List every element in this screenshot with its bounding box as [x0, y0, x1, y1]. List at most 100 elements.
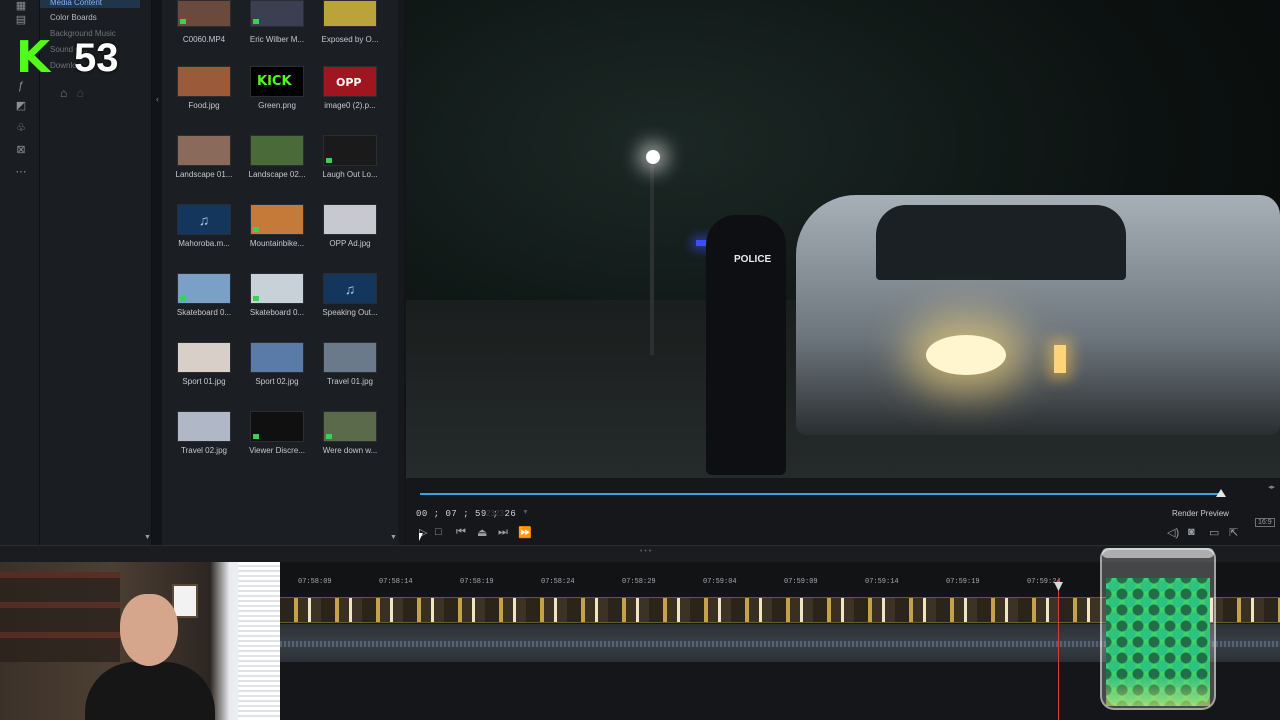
scroll-down-icon[interactable]: ▼ — [390, 534, 397, 541]
pip-room-icon[interactable]: ◩ — [14, 100, 28, 112]
ruler-tick-label: 07:58:19 — [460, 578, 494, 586]
preview-progress-knob[interactable] — [1216, 489, 1226, 497]
media-thumbnail[interactable] — [323, 342, 377, 373]
media-thumbnail[interactable] — [177, 135, 231, 166]
media-tile[interactable]: OPP Ad.jpg — [318, 204, 382, 248]
timecode-secondary: 2323 — [486, 509, 504, 518]
media-thumbnail[interactable] — [250, 204, 304, 235]
media-thumbnail[interactable] — [250, 273, 304, 304]
tree-item-color-boards[interactable]: Color Boards — [50, 13, 97, 22]
music-note-icon: ♫ — [344, 280, 356, 297]
media-label: Landscape 01... — [175, 170, 233, 179]
media-scrollbar[interactable] — [398, 0, 404, 545]
particle-room-icon[interactable]: ♧ — [14, 122, 28, 134]
media-tile[interactable]: Food.jpg — [172, 66, 236, 110]
snapshot-icon[interactable]: ◙ — [1188, 526, 1195, 538]
collapse-tree-icon[interactable]: ‹ — [156, 94, 159, 104]
media-tile[interactable]: Viewer Discre... — [245, 411, 309, 455]
media-thumbnail[interactable] — [250, 135, 304, 166]
undock-icon[interactable]: ⇱ — [1229, 526, 1238, 539]
preview-progress-bar[interactable] — [420, 493, 1221, 495]
media-label: Landscape 02... — [248, 170, 306, 179]
tree-scroll-down-icon[interactable]: ▼ — [144, 534, 151, 541]
video-badge-icon — [180, 296, 186, 301]
media-thumbnail[interactable] — [177, 273, 231, 304]
media-tile[interactable]: Travel 01.jpg — [318, 342, 382, 386]
media-tile[interactable]: KICK Green.png — [245, 66, 309, 110]
tree-item-media-content[interactable]: Media Content — [40, 0, 140, 8]
aspect-ratio-badge[interactable]: 16:9 — [1255, 518, 1275, 527]
media-tile[interactable]: Landscape 02... — [245, 135, 309, 179]
media-tile[interactable]: Mountainbike... — [245, 204, 309, 248]
timeline-playhead[interactable] — [1058, 580, 1059, 720]
previous-frame-icon[interactable]: ⏮ — [456, 526, 466, 539]
media-thumbnail[interactable]: ♫ — [177, 204, 231, 235]
media-thumbnail[interactable] — [250, 411, 304, 442]
transition-room-icon[interactable]: ⊠ — [14, 144, 28, 156]
media-thumbnail[interactable]: OPP — [323, 66, 377, 97]
panel-resize-handle[interactable]: • • • — [640, 548, 651, 555]
timecode-dropdown-icon[interactable]: ▼ — [522, 509, 529, 516]
media-tile[interactable]: C0060.MP4 — [172, 0, 236, 44]
stop-icon[interactable]: □ — [435, 526, 442, 538]
media-tile[interactable]: Sport 02.jpg — [245, 342, 309, 386]
jar-fill — [1106, 578, 1210, 706]
add-folder-icon[interactable]: ⌂ — [60, 86, 67, 100]
ruler-tick-label: 07:58:14 — [379, 578, 413, 586]
ruler-tick-label: 07:58:09 — [298, 578, 332, 586]
next-frame-icon[interactable]: ⏭ — [498, 526, 508, 539]
media-label: Mahoroba.m... — [178, 239, 230, 248]
media-label: Mountainbike... — [249, 239, 305, 248]
title-room-icon[interactable]: ▤ — [14, 14, 28, 26]
preview-windshield — [876, 205, 1126, 280]
video-badge-icon — [253, 19, 259, 24]
media-thumbnail[interactable] — [323, 204, 377, 235]
media-tile[interactable]: OPP image0 (2).p... — [318, 66, 382, 110]
media-thumbnail[interactable] — [177, 0, 231, 27]
media-thumbnail[interactable] — [177, 411, 231, 442]
split-icon[interactable]: ⏏ — [477, 526, 487, 539]
media-tile[interactable]: Landscape 01... — [172, 135, 236, 179]
media-label: Travel 02.jpg — [181, 446, 227, 455]
media-tile[interactable]: Eric Wilber M... — [245, 0, 309, 44]
kick-logo-icon: K — [16, 32, 51, 83]
fast-forward-icon[interactable]: ⏩ — [518, 526, 532, 539]
media-tile[interactable]: ♫ Mahoroba.m... — [172, 204, 236, 248]
render-preview-button[interactable]: Render Preview — [1172, 509, 1229, 518]
webcam-person-body — [85, 662, 215, 720]
media-tile[interactable]: Sport 01.jpg — [172, 342, 236, 386]
webcam-overlay — [0, 562, 280, 720]
remove-folder-icon[interactable]: ⌂ — [77, 86, 84, 100]
media-tile[interactable]: Travel 02.jpg — [172, 411, 236, 455]
webcam-person-head — [120, 594, 178, 666]
opp-thumb-text: OPP — [336, 76, 362, 89]
media-thumbnail[interactable] — [250, 0, 304, 27]
more-icon[interactable]: ⋯ — [14, 166, 28, 178]
media-thumbnail[interactable] — [323, 135, 377, 166]
video-badge-icon — [253, 434, 259, 439]
media-thumbnail[interactable]: KICK — [250, 66, 304, 97]
media-label: Eric Wilber M... — [249, 35, 305, 44]
media-tile[interactable]: Skateboard 0... — [172, 273, 236, 317]
video-badge-icon — [253, 227, 259, 232]
media-tile[interactable]: Skateboard 0... — [245, 273, 309, 317]
media-room-icon[interactable]: ▦ — [14, 0, 28, 12]
media-thumbnail[interactable]: ♫ — [323, 273, 377, 304]
media-tile[interactable]: Laugh Out Lo... — [318, 135, 382, 179]
media-label: C0060.MP4 — [182, 35, 226, 44]
media-tile[interactable]: ♫ Speaking Out... — [318, 273, 382, 317]
media-tile[interactable]: Were down w... — [318, 411, 382, 455]
library-tree-panel: Media Content Color Boards Background Mu… — [40, 0, 152, 545]
volume-icon[interactable]: ◁) — [1167, 526, 1179, 539]
display-settings-icon[interactable]: ▭ — [1209, 526, 1219, 539]
media-label: Skateboard 0... — [176, 308, 232, 317]
media-thumbnail[interactable] — [177, 342, 231, 373]
media-thumbnail[interactable] — [250, 342, 304, 373]
media-tile[interactable]: Exposed by O... — [318, 0, 382, 44]
jar-lid — [1102, 548, 1214, 558]
media-thumbnail[interactable] — [323, 0, 377, 27]
media-thumbnail[interactable] — [323, 411, 377, 442]
media-label: Food.jpg — [188, 101, 220, 110]
video-badge-icon — [253, 296, 259, 301]
media-thumbnail[interactable] — [177, 66, 231, 97]
